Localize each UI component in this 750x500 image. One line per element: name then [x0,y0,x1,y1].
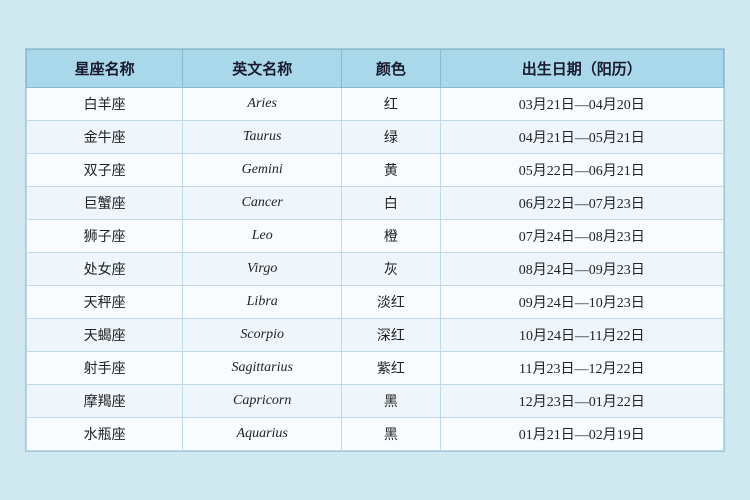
cell-english: Aries [183,88,342,121]
cell-chinese: 射手座 [27,352,183,385]
cell-dates: 06月22日—07月23日 [440,187,723,220]
cell-color: 黑 [342,385,440,418]
table-row: 天蝎座Scorpio深红10月24日—11月22日 [27,319,724,352]
cell-chinese: 白羊座 [27,88,183,121]
table-row: 射手座Sagittarius紫红11月23日—12月22日 [27,352,724,385]
table-row: 天秤座Libra淡红09月24日—10月23日 [27,286,724,319]
zodiac-table-container: 星座名称 英文名称 颜色 出生日期（阳历） 白羊座Aries红03月21日—04… [25,48,725,452]
cell-color: 黄 [342,154,440,187]
cell-dates: 10月24日—11月22日 [440,319,723,352]
cell-chinese: 天蝎座 [27,319,183,352]
cell-english: Taurus [183,121,342,154]
table-header-row: 星座名称 英文名称 颜色 出生日期（阳历） [27,50,724,88]
cell-chinese: 狮子座 [27,220,183,253]
cell-color: 红 [342,88,440,121]
cell-color: 黑 [342,418,440,451]
cell-dates: 01月21日—02月19日 [440,418,723,451]
table-body: 白羊座Aries红03月21日—04月20日金牛座Taurus绿04月21日—0… [27,88,724,451]
cell-chinese: 摩羯座 [27,385,183,418]
cell-dates: 07月24日—08月23日 [440,220,723,253]
table-row: 巨蟹座Cancer白06月22日—07月23日 [27,187,724,220]
cell-dates: 04月21日—05月21日 [440,121,723,154]
table-row: 摩羯座Capricorn黑12月23日—01月22日 [27,385,724,418]
cell-dates: 12月23日—01月22日 [440,385,723,418]
cell-color: 灰 [342,253,440,286]
cell-color: 绿 [342,121,440,154]
cell-english: Gemini [183,154,342,187]
cell-color: 紫红 [342,352,440,385]
cell-dates: 11月23日—12月22日 [440,352,723,385]
col-header-english: 英文名称 [183,50,342,88]
cell-english: Aquarius [183,418,342,451]
cell-chinese: 天秤座 [27,286,183,319]
cell-chinese: 水瓶座 [27,418,183,451]
cell-color: 深红 [342,319,440,352]
table-row: 处女座Virgo灰08月24日—09月23日 [27,253,724,286]
table-row: 水瓶座Aquarius黑01月21日—02月19日 [27,418,724,451]
cell-chinese: 巨蟹座 [27,187,183,220]
cell-dates: 09月24日—10月23日 [440,286,723,319]
table-row: 白羊座Aries红03月21日—04月20日 [27,88,724,121]
cell-color: 淡红 [342,286,440,319]
cell-chinese: 金牛座 [27,121,183,154]
table-row: 狮子座Leo橙07月24日—08月23日 [27,220,724,253]
cell-english: Virgo [183,253,342,286]
cell-english: Leo [183,220,342,253]
cell-english: Scorpio [183,319,342,352]
cell-chinese: 双子座 [27,154,183,187]
zodiac-table: 星座名称 英文名称 颜色 出生日期（阳历） 白羊座Aries红03月21日—04… [26,49,724,451]
col-header-chinese: 星座名称 [27,50,183,88]
cell-english: Sagittarius [183,352,342,385]
col-header-color: 颜色 [342,50,440,88]
cell-english: Capricorn [183,385,342,418]
table-row: 金牛座Taurus绿04月21日—05月21日 [27,121,724,154]
table-row: 双子座Gemini黄05月22日—06月21日 [27,154,724,187]
cell-color: 白 [342,187,440,220]
cell-english: Cancer [183,187,342,220]
cell-chinese: 处女座 [27,253,183,286]
cell-dates: 05月22日—06月21日 [440,154,723,187]
cell-color: 橙 [342,220,440,253]
col-header-dates: 出生日期（阳历） [440,50,723,88]
cell-english: Libra [183,286,342,319]
cell-dates: 08月24日—09月23日 [440,253,723,286]
cell-dates: 03月21日—04月20日 [440,88,723,121]
